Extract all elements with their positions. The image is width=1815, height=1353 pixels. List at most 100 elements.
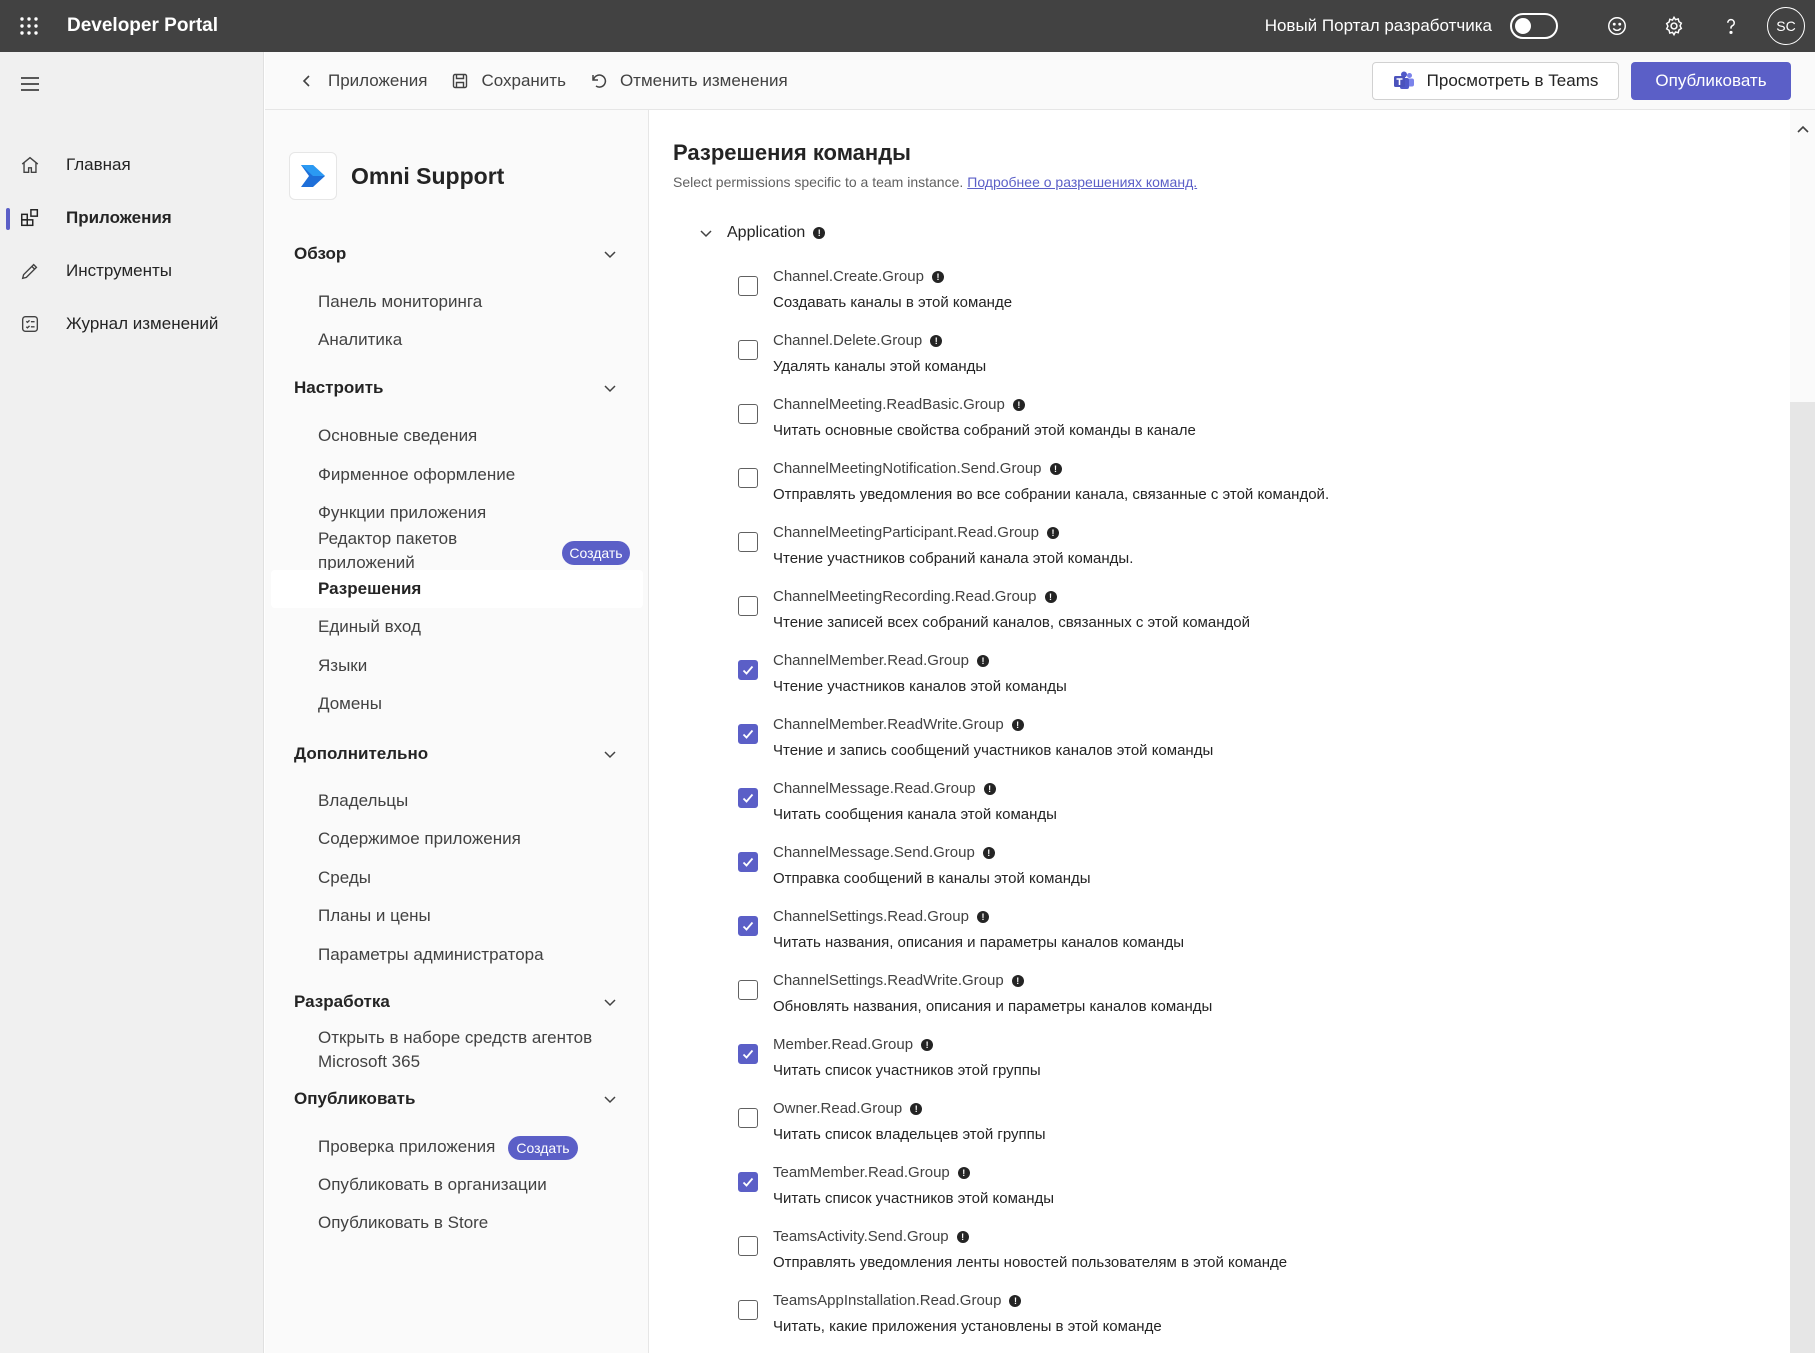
permission-checkbox[interactable] <box>738 404 758 424</box>
nav-domains[interactable]: Домены <box>318 692 382 716</box>
permission-name: Owner.Read.Group! <box>773 1100 923 1117</box>
scrollbar[interactable] <box>1790 110 1815 1353</box>
permission-row: TeamsActivity.Send.Group! Отправлять увед… <box>738 1228 1738 1284</box>
nav-item-tools[interactable]: Инструменты <box>0 249 264 293</box>
permission-row: ChannelMember.Read.Group! Чтение участник… <box>738 652 1738 708</box>
info-icon[interactable]: ! <box>1011 719 1024 732</box>
info-icon[interactable]: ! <box>1009 1295 1022 1308</box>
info-icon[interactable]: ! <box>930 335 943 348</box>
permission-checkbox[interactable] <box>738 1108 758 1128</box>
nav-app-validation[interactable]: Проверка приложения <box>318 1135 495 1159</box>
info-icon[interactable]: ! <box>976 655 989 668</box>
save-button[interactable]: Сохранить <box>451 71 566 91</box>
permission-name: ChannelMeetingRecording.Read.Group! <box>773 588 1057 605</box>
info-icon[interactable]: ! <box>957 1167 970 1180</box>
application-group-header[interactable]: Application ! <box>699 224 826 242</box>
info-icon[interactable]: ! <box>931 271 944 284</box>
section-title: Настроить <box>294 378 384 397</box>
nav-sso[interactable]: Единый вход <box>318 615 421 639</box>
section-publish[interactable]: Опубликовать <box>294 1084 624 1114</box>
permission-row: ChannelMessage.Send.Group! Отправка сообщ… <box>738 844 1738 900</box>
section-advanced[interactable]: Дополнительно <box>294 739 624 769</box>
nav-dashboard[interactable]: Панель мониторинга <box>318 290 482 314</box>
feedback-smiley-icon[interactable] <box>1588 0 1645 52</box>
permission-row: ChannelMessage.Read.Group! Читать сообщен… <box>738 780 1738 836</box>
permission-checkbox[interactable] <box>738 532 758 552</box>
nav-publish-store[interactable]: Опубликовать в Store <box>318 1211 488 1235</box>
info-icon[interactable]: ! <box>976 911 989 924</box>
nav-environments[interactable]: Среды <box>318 866 371 890</box>
nav-analytics[interactable]: Аналитика <box>318 328 402 352</box>
info-icon[interactable]: ! <box>956 1231 969 1244</box>
permission-name: TeamsActivity.Send.Group! <box>773 1228 969 1245</box>
info-icon[interactable]: ! <box>1047 527 1059 540</box>
info-icon[interactable]: ! <box>1012 399 1025 412</box>
permission-checkbox[interactable] <box>738 724 758 744</box>
nav-package-editor[interactable]: Редактор пакетов приложений <box>318 527 488 575</box>
nav-branding[interactable]: Фирменное оформление <box>318 463 515 487</box>
nav-owners[interactable]: Владельцы <box>318 789 408 813</box>
section-configure[interactable]: Настроить <box>294 373 624 403</box>
info-icon[interactable]: ! <box>910 1103 923 1116</box>
back-to-apps-button[interactable]: Приложения <box>298 71 427 91</box>
permission-checkbox[interactable] <box>738 980 758 1000</box>
info-icon[interactable]: ! <box>1011 975 1024 988</box>
nav-app-content[interactable]: Содержимое приложения <box>318 827 521 851</box>
nav-item-changelog[interactable]: Журнал изменений <box>0 302 264 346</box>
nav-publish-org[interactable]: Опубликовать в организации <box>318 1173 547 1197</box>
info-icon[interactable]: ! <box>813 227 826 239</box>
permission-checkbox[interactable] <box>738 1172 758 1192</box>
help-icon[interactable] <box>1702 0 1759 52</box>
nav-item-apps[interactable]: Приложения <box>0 196 264 240</box>
scroll-thumb[interactable] <box>1790 402 1815 1353</box>
nav-admin-settings[interactable]: Параметры администратора <box>318 943 544 967</box>
info-icon[interactable]: ! <box>1044 591 1057 604</box>
permission-checkbox[interactable] <box>738 596 758 616</box>
new-portal-toggle[interactable] <box>1510 13 1558 39</box>
group-label: Application <box>727 224 806 241</box>
create-badge: Создать <box>562 541 630 565</box>
permission-checkbox[interactable] <box>738 916 758 936</box>
permission-checkbox[interactable] <box>738 852 758 872</box>
section-develop[interactable]: Разработка <box>294 987 624 1017</box>
info-icon[interactable]: ! <box>982 847 995 860</box>
permission-checkbox[interactable] <box>738 1044 758 1064</box>
nav-app-features[interactable]: Функции приложения <box>318 501 486 525</box>
permission-checkbox[interactable] <box>738 1236 758 1256</box>
back-label: Приложения <box>328 70 428 90</box>
app-header: Omni Support <box>289 152 504 200</box>
permission-description: Отправлять уведомления во все собрании к… <box>773 486 1330 503</box>
section-overview[interactable]: Обзор <box>294 239 624 269</box>
permission-checkbox[interactable] <box>738 660 758 680</box>
permission-name: Channel.Create.Group! <box>773 268 944 285</box>
chevron-up-icon[interactable] <box>1796 122 1810 136</box>
permission-checkbox[interactable] <box>738 788 758 808</box>
app-logo-icon <box>289 152 337 200</box>
nav-item-home[interactable]: Главная <box>0 143 264 187</box>
publish-button[interactable]: Опубликовать <box>1631 62 1791 100</box>
section-title: Опубликовать <box>294 1089 416 1108</box>
undo-changes-button[interactable]: Отменить изменения <box>590 71 788 91</box>
settings-gear-icon[interactable] <box>1645 0 1702 52</box>
info-icon[interactable]: ! <box>921 1039 934 1052</box>
info-icon[interactable]: ! <box>1049 463 1062 476</box>
learn-more-link[interactable]: Подробнее о разрешениях команд. <box>967 174 1197 190</box>
permission-checkbox[interactable] <box>738 340 758 360</box>
hamburger-menu-icon[interactable] <box>18 72 42 96</box>
view-in-teams-button[interactable]: Просмотреть в Teams <box>1372 62 1619 100</box>
pencil-icon <box>21 263 38 280</box>
info-icon[interactable]: ! <box>983 783 996 796</box>
app-launcher-icon[interactable] <box>0 0 58 52</box>
permission-name: ChannelMeetingNotification.Send.Group! <box>773 460 1062 477</box>
description-text: Select permissions specific to a team in… <box>673 174 964 190</box>
home-icon <box>21 156 39 174</box>
nav-plans-pricing[interactable]: Планы и цены <box>318 904 431 928</box>
permission-checkbox[interactable] <box>738 1300 758 1320</box>
nav-open-agents-toolkit[interactable]: Открыть в наборе средств агентов Microso… <box>318 1026 608 1074</box>
permission-checkbox[interactable] <box>738 468 758 488</box>
user-avatar[interactable]: SC <box>1767 7 1805 45</box>
nav-permissions[interactable]: Разрешения <box>318 577 421 601</box>
permission-checkbox[interactable] <box>738 276 758 296</box>
nav-basic-info[interactable]: Основные сведения <box>318 424 477 448</box>
nav-languages[interactable]: Языки <box>318 654 367 678</box>
